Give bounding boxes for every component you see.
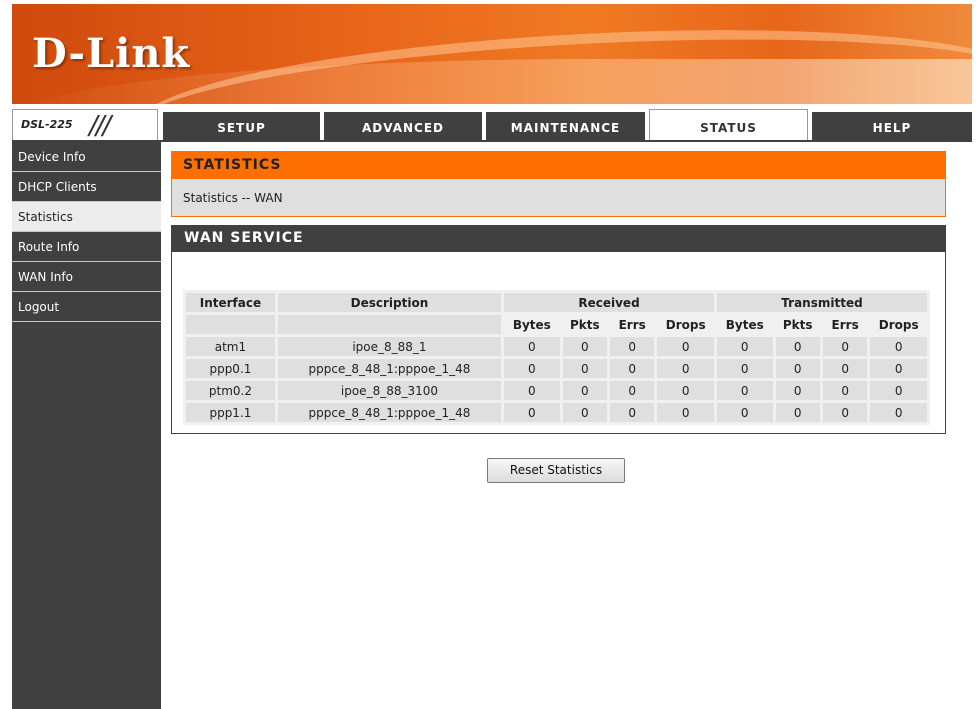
cell-value: 0	[775, 381, 820, 400]
tab-help[interactable]: HELP	[812, 112, 972, 140]
model-label: DSL-225	[21, 118, 73, 131]
tab-maintenance[interactable]: MAINTENANCE	[486, 112, 645, 140]
cell-value: 0	[504, 359, 560, 378]
cell-value: 0	[822, 337, 868, 356]
cell-value: 0	[870, 403, 927, 422]
cell-value: 0	[504, 337, 560, 356]
subheader-rx-pkts: Pkts	[562, 315, 607, 334]
cell-interface: ppp1.1	[186, 403, 275, 422]
sidebar-item-dhcp-clients[interactable]: DHCP Clients	[12, 172, 161, 202]
sidebar: Device Info DHCP Clients Statistics Rout…	[12, 142, 161, 709]
subheader-tx-drops: Drops	[870, 315, 927, 334]
sidebar-item-device-info[interactable]: Device Info	[12, 142, 161, 172]
cell-value: 0	[716, 359, 773, 378]
cell-value: 0	[716, 337, 773, 356]
table-row: atm1 ipoe_8_88_1 0 0 0 0 0 0 0 0	[186, 337, 927, 356]
cell-value: 0	[716, 381, 773, 400]
cell-value: 0	[504, 381, 560, 400]
cell-value: 0	[870, 359, 927, 378]
header-banner: D-Link	[12, 4, 972, 104]
subheader-rx-errs: Errs	[610, 315, 655, 334]
cell-value: 0	[775, 359, 820, 378]
statistics-subtitle: Statistics -- WAN	[171, 179, 946, 217]
cell-value: 0	[562, 359, 607, 378]
cell-interface: ptm0.2	[186, 381, 275, 400]
subheader-tx-errs: Errs	[822, 315, 868, 334]
cell-interface: atm1	[186, 337, 275, 356]
cell-value: 0	[870, 337, 927, 356]
subheader-blank	[186, 315, 275, 334]
cell-value: 0	[657, 359, 714, 378]
wan-stats-table: Interface Description Received Transmitt…	[183, 290, 930, 425]
subheader-rx-drops: Drops	[657, 315, 714, 334]
cell-value: 0	[870, 381, 927, 400]
cell-value: 0	[562, 381, 607, 400]
cell-interface: ppp0.1	[186, 359, 275, 378]
header-interface: Interface	[186, 293, 275, 312]
model-box: DSL-225 ///	[12, 109, 158, 141]
subheader-blank	[277, 315, 502, 334]
subheader-tx-pkts: Pkts	[775, 315, 820, 334]
subheader-rx-bytes: Bytes	[504, 315, 560, 334]
dlink-logo: D-Link	[32, 30, 191, 77]
table-header-row: Interface Description Received Transmitt…	[186, 293, 927, 312]
cell-description: pppce_8_48_1:pppoe_1_48	[277, 403, 502, 422]
cell-value: 0	[562, 403, 607, 422]
table-row: ppp0.1 pppce_8_48_1:pppoe_1_48 0 0 0 0 0…	[186, 359, 927, 378]
tab-status[interactable]: STATUS	[649, 109, 808, 141]
cell-value: 0	[822, 381, 868, 400]
cell-value: 0	[610, 381, 655, 400]
cell-description: ipoe_8_88_1	[277, 337, 502, 356]
cell-description: ipoe_8_88_3100	[277, 381, 502, 400]
sidebar-item-logout[interactable]: Logout	[12, 292, 161, 322]
tab-setup[interactable]: SETUP	[163, 112, 320, 140]
cell-description: pppce_8_48_1:pppoe_1_48	[277, 359, 502, 378]
subheader-tx-bytes: Bytes	[716, 315, 773, 334]
header-transmitted: Transmitted	[716, 293, 927, 312]
cell-value: 0	[657, 403, 714, 422]
sidebar-item-statistics[interactable]: Statistics	[12, 202, 161, 232]
cell-value: 0	[657, 337, 714, 356]
reset-statistics-button[interactable]: Reset Statistics	[487, 458, 625, 483]
tab-advanced[interactable]: ADVANCED	[324, 112, 482, 140]
header-received: Received	[504, 293, 714, 312]
cell-value: 0	[822, 359, 868, 378]
cell-value: 0	[610, 403, 655, 422]
cell-value: 0	[775, 337, 820, 356]
sidebar-item-route-info[interactable]: Route Info	[12, 232, 161, 262]
table-row: ppp1.1 pppce_8_48_1:pppoe_1_48 0 0 0 0 0…	[186, 403, 927, 422]
cell-value: 0	[610, 337, 655, 356]
statistics-title: STATISTICS	[171, 151, 946, 179]
table-subheader-row: Bytes Pkts Errs Drops Bytes Pkts Errs Dr…	[186, 315, 927, 334]
wan-service-title: WAN SERVICE	[171, 225, 946, 252]
cell-value: 0	[610, 359, 655, 378]
cell-value: 0	[822, 403, 868, 422]
header-description: Description	[277, 293, 502, 312]
cell-value: 0	[657, 381, 714, 400]
cell-value: 0	[716, 403, 773, 422]
model-slashes-icon: ///	[89, 111, 111, 141]
table-row: ptm0.2 ipoe_8_88_3100 0 0 0 0 0 0 0 0	[186, 381, 927, 400]
cell-value: 0	[775, 403, 820, 422]
cell-value: 0	[504, 403, 560, 422]
cell-value: 0	[562, 337, 607, 356]
sidebar-item-wan-info[interactable]: WAN Info	[12, 262, 161, 292]
